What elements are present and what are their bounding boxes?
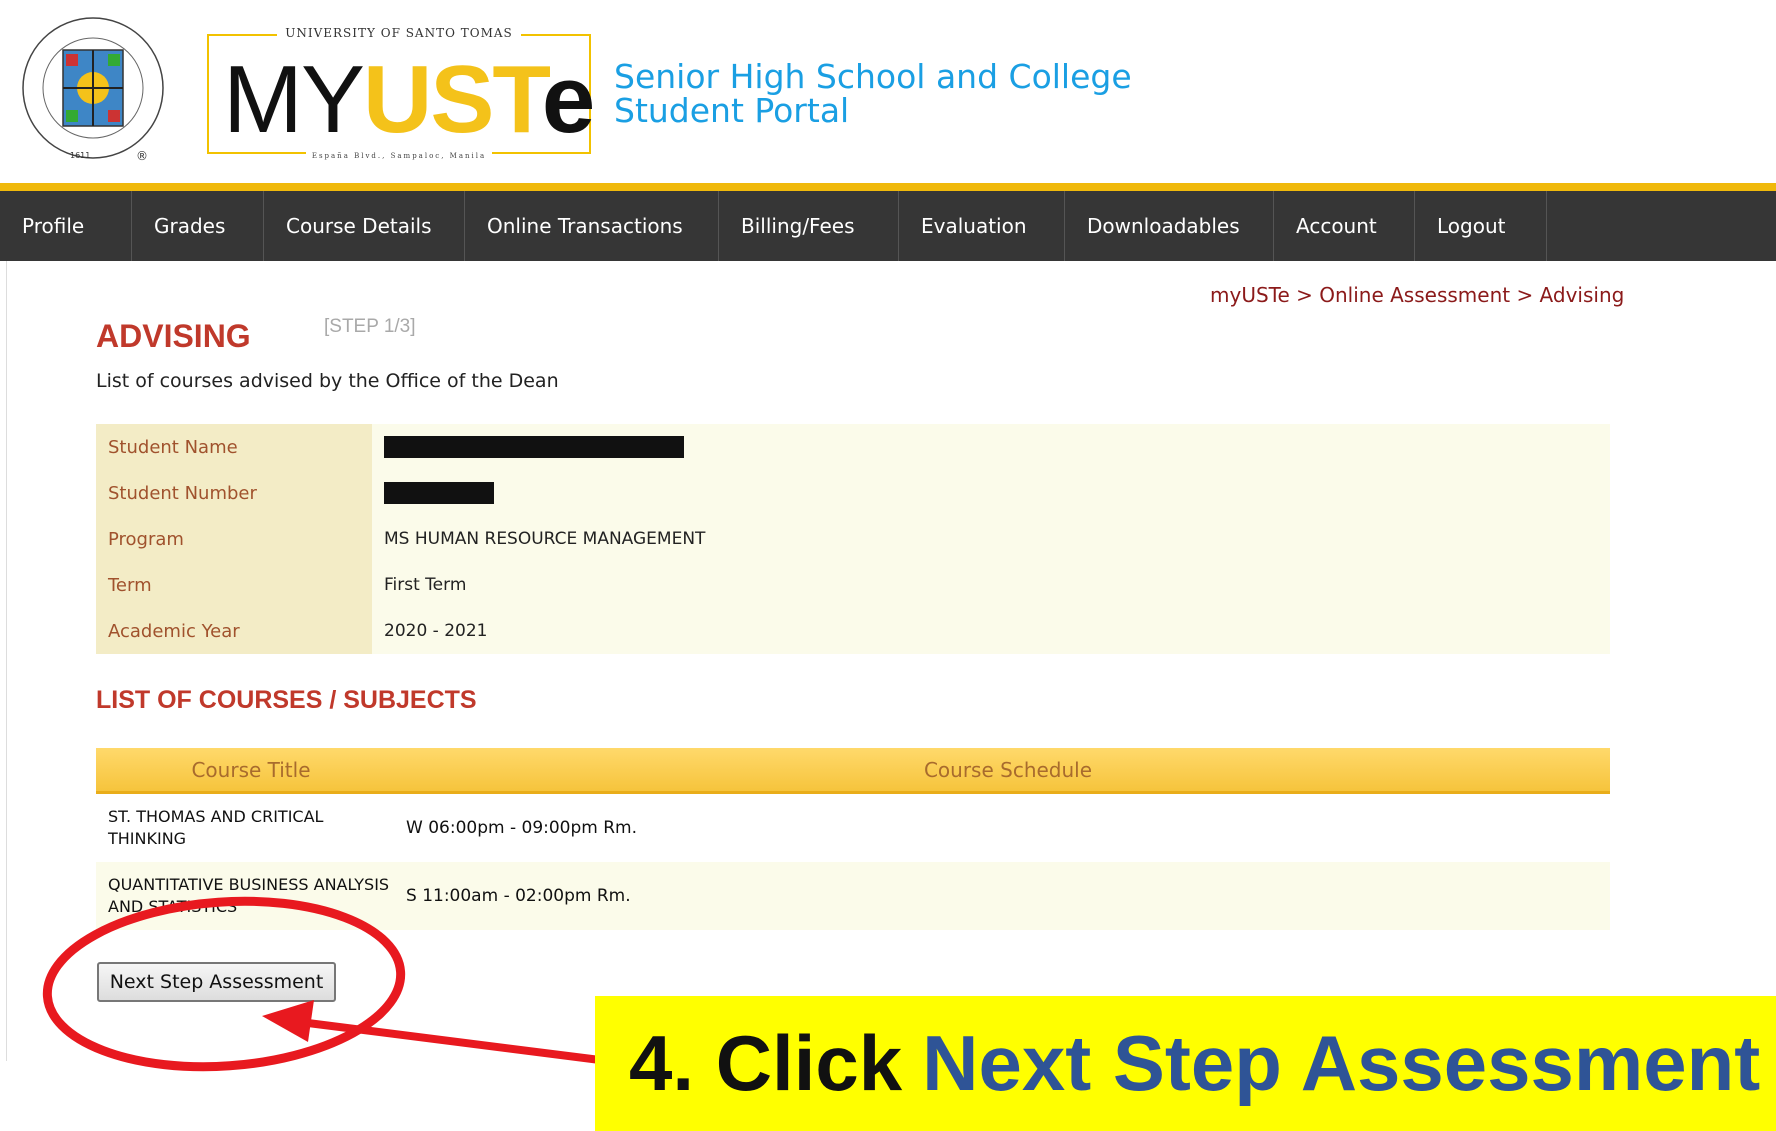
- arrow-line: [299, 1018, 601, 1064]
- info-value: First Term: [372, 562, 1610, 608]
- info-label: Term: [96, 562, 372, 608]
- column-header-course-title: Course Title: [191, 757, 311, 782]
- header-divider: [0, 183, 1776, 191]
- instruction-banner: 4. Click Next Step Assessment: [595, 996, 1776, 1131]
- info-value-redacted: [372, 470, 1610, 516]
- info-row-academic-year: Academic Year 2020 - 2021: [96, 608, 1610, 654]
- portal-title-line2: Student Portal: [614, 91, 850, 130]
- nav-course-details[interactable]: Course Details: [264, 191, 465, 261]
- nav-logout[interactable]: Logout: [1415, 191, 1547, 261]
- portal-title-line1: Senior High School and College: [614, 57, 1132, 96]
- instruction-prefix: 4. Click: [629, 1019, 903, 1107]
- table-row: ST. THOMAS AND CRITICAL THINKING W 06:00…: [96, 794, 1610, 862]
- myuste-logo: UNIVERSITY OF SANTO TOMAS MYUSTe España …: [207, 26, 595, 160]
- main-nav: Profile Grades Course Details Online Tra…: [0, 191, 1776, 261]
- nav-billing-fees[interactable]: Billing/Fees: [719, 191, 899, 261]
- svg-text:®: ®: [136, 149, 148, 163]
- course-title: ST. THOMAS AND CRITICAL THINKING: [108, 807, 324, 848]
- content-border: [6, 261, 7, 1061]
- portal-title: Senior High School and College Student P…: [614, 60, 1132, 128]
- svg-text:1611: 1611: [70, 151, 90, 160]
- breadcrumb[interactable]: myUSTe > Online Assessment > Advising: [1210, 283, 1624, 307]
- info-row-student-name: Student Name: [96, 424, 1610, 470]
- courses-header-row: Course Title Course Schedule: [96, 748, 1610, 794]
- ust-seal-icon: ® 1611: [22, 17, 164, 163]
- logo-e: e: [541, 46, 595, 153]
- column-header-course-schedule: Course Schedule: [923, 757, 1093, 782]
- info-row-term: Term First Term: [96, 562, 1610, 608]
- info-row-program: Program MS HUMAN RESOURCE MANAGEMENT: [96, 516, 1610, 562]
- info-label: Academic Year: [96, 608, 372, 654]
- portal-page: ® 1611 UNIVERSITY OF SANTO TOMAS MYUSTe …: [0, 0, 1776, 1131]
- student-info-table: Student Name Student Number Program MS H…: [96, 424, 1610, 654]
- course-schedule: S 11:00am - 02:00pm Rm.: [406, 886, 631, 906]
- info-label: Program: [96, 516, 372, 562]
- nav-profile[interactable]: Profile: [0, 191, 132, 261]
- nav-evaluation[interactable]: Evaluation: [899, 191, 1065, 261]
- info-label: Student Number: [96, 470, 372, 516]
- logo-ust: UST: [363, 46, 544, 153]
- nav-account[interactable]: Account: [1274, 191, 1415, 261]
- next-step-assessment-button[interactable]: Next Step Assessment: [97, 962, 336, 1002]
- nav-downloadables[interactable]: Downloadables: [1065, 191, 1274, 261]
- arrow-head-icon: [262, 1000, 314, 1042]
- redaction-mark: [384, 436, 684, 458]
- logo-university-name: UNIVERSITY OF SANTO TOMAS: [277, 26, 521, 40]
- step-indicator: [STEP 1/3]: [324, 316, 416, 337]
- courses-heading: LIST OF COURSES / SUBJECTS: [96, 686, 477, 714]
- info-row-student-number: Student Number: [96, 470, 1610, 516]
- header: ® 1611 UNIVERSITY OF SANTO TOMAS MYUSTe …: [0, 0, 1776, 183]
- course-title: QUANTITATIVE BUSINESS ANALYSIS AND STATI…: [108, 875, 390, 916]
- courses-table: Course Title Course Schedule ST. THOMAS …: [96, 748, 1610, 930]
- page-title: ADVISING: [96, 318, 251, 354]
- info-value: MS HUMAN RESOURCE MANAGEMENT: [372, 516, 1610, 562]
- page-description: List of courses advised by the Office of…: [96, 370, 559, 392]
- table-row: QUANTITATIVE BUSINESS ANALYSIS AND STATI…: [96, 862, 1610, 930]
- info-value-redacted: [372, 424, 1610, 470]
- info-value: 2020 - 2021: [372, 608, 1610, 654]
- logo-address: España Blvd., Sampaloc, Manila: [305, 152, 493, 160]
- info-label: Student Name: [96, 424, 372, 470]
- instruction-highlight: Next Step Assessment: [922, 1019, 1761, 1107]
- nav-online-transactions[interactable]: Online Transactions: [465, 191, 719, 261]
- nav-grades[interactable]: Grades: [132, 191, 264, 261]
- course-schedule: W 06:00pm - 09:00pm Rm.: [406, 818, 638, 838]
- logo-my: MY: [223, 46, 365, 153]
- redaction-mark: [384, 482, 494, 504]
